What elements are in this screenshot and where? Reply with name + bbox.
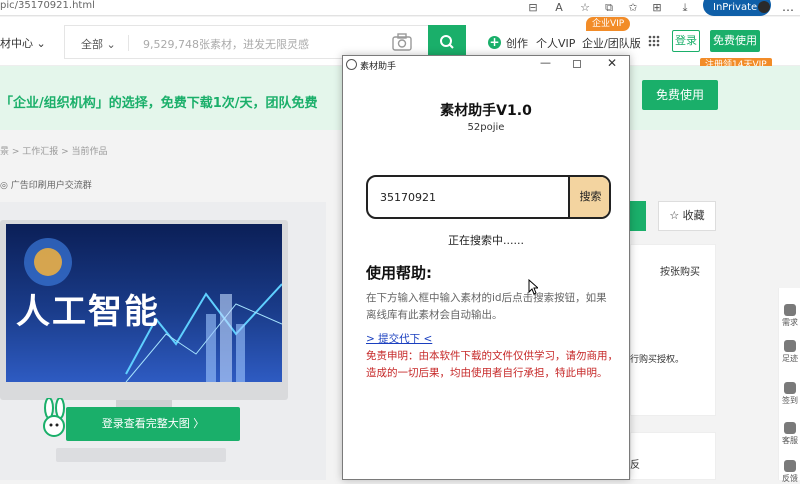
category-menu[interactable]: 材中心 ⌄ bbox=[0, 35, 46, 51]
license-note: 行购买授权。 bbox=[630, 355, 685, 365]
footprint-icon bbox=[784, 340, 796, 352]
promo-text: 「企业/组织机构」的选择，免费下载1次/天，团队免费 bbox=[0, 96, 318, 111]
address-bar[interactable]: pic/35170921.html bbox=[0, 0, 95, 11]
mouse-cursor-icon bbox=[528, 279, 538, 295]
personal-vip-link[interactable]: 个人VIP bbox=[536, 35, 575, 51]
float-item-history[interactable]: 足迹 bbox=[780, 340, 800, 364]
read-aloud-icon[interactable]: A bbox=[552, 1, 566, 15]
close-icon[interactable]: ✕ bbox=[607, 56, 617, 70]
create-link[interactable]: 创作 bbox=[506, 35, 528, 51]
profile-avatar[interactable] bbox=[758, 1, 770, 13]
app-subtitle: 52pojie bbox=[467, 122, 505, 133]
apps-grid-icon[interactable] bbox=[648, 35, 660, 47]
material-helper-window: 素材助手 — ✕ 素材助手V1.0 52pojie 搜索 正在搜索中......… bbox=[342, 55, 630, 480]
window-title: 素材助手 bbox=[360, 62, 397, 72]
enterprise-vip-badge: 企业VIP bbox=[586, 17, 631, 31]
user-group-link[interactable]: ◎ 广告印刷用户交流群 bbox=[0, 178, 92, 191]
favorite-icon[interactable]: ☆ bbox=[578, 1, 592, 15]
float-label: 需求 bbox=[782, 318, 798, 327]
search-scope-select[interactable]: 全部 ⌄ bbox=[81, 36, 116, 52]
camera-icon[interactable] bbox=[392, 33, 412, 51]
search-status: 正在搜索中...... bbox=[448, 234, 524, 247]
promo-free-button[interactable]: 免费使用 bbox=[642, 80, 718, 110]
free-use-button[interactable]: 免费使用 bbox=[710, 30, 760, 52]
float-item-demand[interactable]: 需求 bbox=[780, 304, 800, 328]
preview-screen: 人工智能 bbox=[6, 224, 282, 382]
app-icon bbox=[346, 59, 357, 70]
browser-toolbar: pic/35170921.html ⊟ A ☆ ⧉ ✩ ⊞ ⤓ InPrivat… bbox=[0, 0, 800, 16]
float-label: 客服 bbox=[782, 436, 798, 445]
collect-button[interactable]: ☆ 收藏 bbox=[658, 201, 716, 231]
plus-icon[interactable]: + bbox=[488, 36, 501, 49]
help-description: 在下方输入框中输入素材的id后点击搜索按钮，如果离线库有此素材会自动输出。 bbox=[366, 292, 607, 321]
customer-service-icon bbox=[784, 422, 796, 434]
float-label: 反馈 bbox=[782, 474, 798, 483]
enterprise-link[interactable]: 企业/团队版 bbox=[582, 35, 641, 51]
info-panel-text: 反 bbox=[630, 460, 640, 471]
window-titlebar[interactable]: 素材助手 — ✕ bbox=[343, 56, 629, 74]
collections-icon[interactable]: ⊞ bbox=[650, 1, 664, 15]
material-id-input[interactable] bbox=[368, 177, 568, 217]
float-label: 签到 bbox=[782, 396, 798, 405]
id-search-button[interactable]: 搜索 bbox=[568, 177, 609, 217]
tracking-icon[interactable]: ⊟ bbox=[526, 1, 540, 15]
maximize-icon[interactable] bbox=[573, 60, 581, 68]
preview-title: 人工智能 bbox=[16, 292, 160, 332]
keyboard-image bbox=[56, 448, 226, 462]
split-screen-icon[interactable]: ⧉ bbox=[602, 1, 616, 15]
site-search-button[interactable] bbox=[428, 25, 466, 59]
info-panel bbox=[630, 432, 716, 480]
checkin-icon bbox=[784, 382, 796, 394]
id-search-box: 搜索 bbox=[366, 175, 611, 219]
login-button[interactable]: 登录 bbox=[672, 30, 700, 52]
buy-per-image-tab[interactable]: 按张购买 bbox=[660, 263, 700, 278]
download-icon[interactable]: ⤓ bbox=[678, 1, 692, 15]
login-view-full-button[interactable]: 登录查看完整大图 〉 bbox=[66, 407, 240, 441]
search-divider bbox=[128, 35, 129, 51]
mascot-icon bbox=[40, 398, 68, 438]
feedback-icon bbox=[784, 460, 796, 472]
disclaimer-text: 免责申明：由本软件下载的文件仅供学习，请勿商用，造成的一切后果，均由使用者自行承… bbox=[366, 350, 618, 379]
breadcrumb[interactable]: 景 > 工作汇报 > 当前作品 bbox=[0, 144, 108, 157]
search-icon bbox=[439, 34, 455, 50]
site-search-box: 全部 ⌄ 9,529,748张素材，进发无限灵感 bbox=[64, 25, 466, 59]
monitor-image: 人工智能 bbox=[0, 220, 288, 400]
help-title: 使用帮助: bbox=[366, 264, 432, 282]
material-preview: 人工智能 登录查看完整大图 〉 bbox=[0, 202, 326, 480]
site-search-input[interactable]: 9,529,748张素材，进发无限灵感 bbox=[143, 36, 309, 52]
minimize-icon[interactable]: — bbox=[540, 56, 551, 69]
more-menu-icon[interactable]: … bbox=[782, 0, 794, 14]
favorites-bar-icon[interactable]: ✩ bbox=[626, 1, 640, 15]
float-item-checkin[interactable]: 签到 bbox=[780, 382, 800, 406]
float-item-service[interactable]: 客服 bbox=[780, 422, 800, 446]
submit-request-link[interactable]: > 提交代下 < bbox=[366, 331, 432, 346]
float-label: 足迹 bbox=[782, 354, 798, 363]
download-button[interactable] bbox=[630, 201, 646, 231]
demand-icon bbox=[784, 304, 796, 316]
float-item-feedback[interactable]: 反馈 bbox=[780, 460, 800, 484]
app-title: 素材助手V1.0 bbox=[440, 103, 532, 119]
